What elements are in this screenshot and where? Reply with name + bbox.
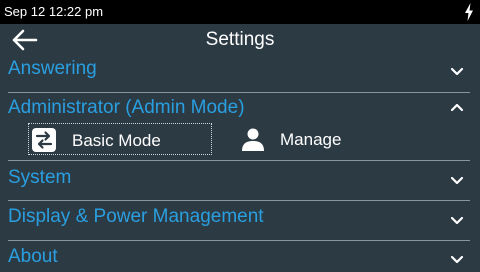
manage-label: Manage — [280, 130, 342, 149]
page-title: Settings — [205, 29, 275, 50]
menu-item-label: About — [8, 246, 58, 267]
status-bar: Sep 12 12:22 pm — [0, 0, 480, 24]
menu-item-answering[interactable]: Answering — [0, 56, 480, 92]
menu-item-administrator[interactable]: Administrator (Admin Mode) — [0, 93, 480, 123]
chevron-up-icon — [450, 103, 464, 112]
menu-item-label: Administrator (Admin Mode) — [8, 97, 245, 118]
chevron-down-icon — [450, 216, 464, 225]
settings-list: Answering Administrator (Admin Mode) Sys… — [0, 56, 480, 272]
chevron-down-icon — [450, 176, 464, 185]
basic-mode-label: Basic Mode — [72, 131, 161, 150]
swap-icon — [32, 128, 56, 152]
person-icon — [242, 128, 264, 151]
lightning-bolt-icon — [465, 3, 473, 21]
status-time: Sep 12 12:22 pm — [4, 4, 104, 19]
chevron-down-icon — [450, 255, 464, 264]
title-bar: Settings — [0, 24, 480, 56]
chevron-down-icon — [450, 67, 464, 76]
menu-item-label: Display & Power Management — [8, 206, 264, 227]
basic-mode-button[interactable]: Basic Mode — [28, 123, 212, 155]
menu-item-label: Answering — [8, 58, 97, 79]
menu-item-about[interactable]: About — [0, 241, 480, 272]
menu-item-display-power[interactable]: Display & Power Management — [0, 201, 480, 239]
menu-item-system[interactable]: System — [0, 161, 480, 199]
menu-item-label: System — [8, 167, 72, 188]
manage-button[interactable]: Manage — [238, 123, 398, 155]
